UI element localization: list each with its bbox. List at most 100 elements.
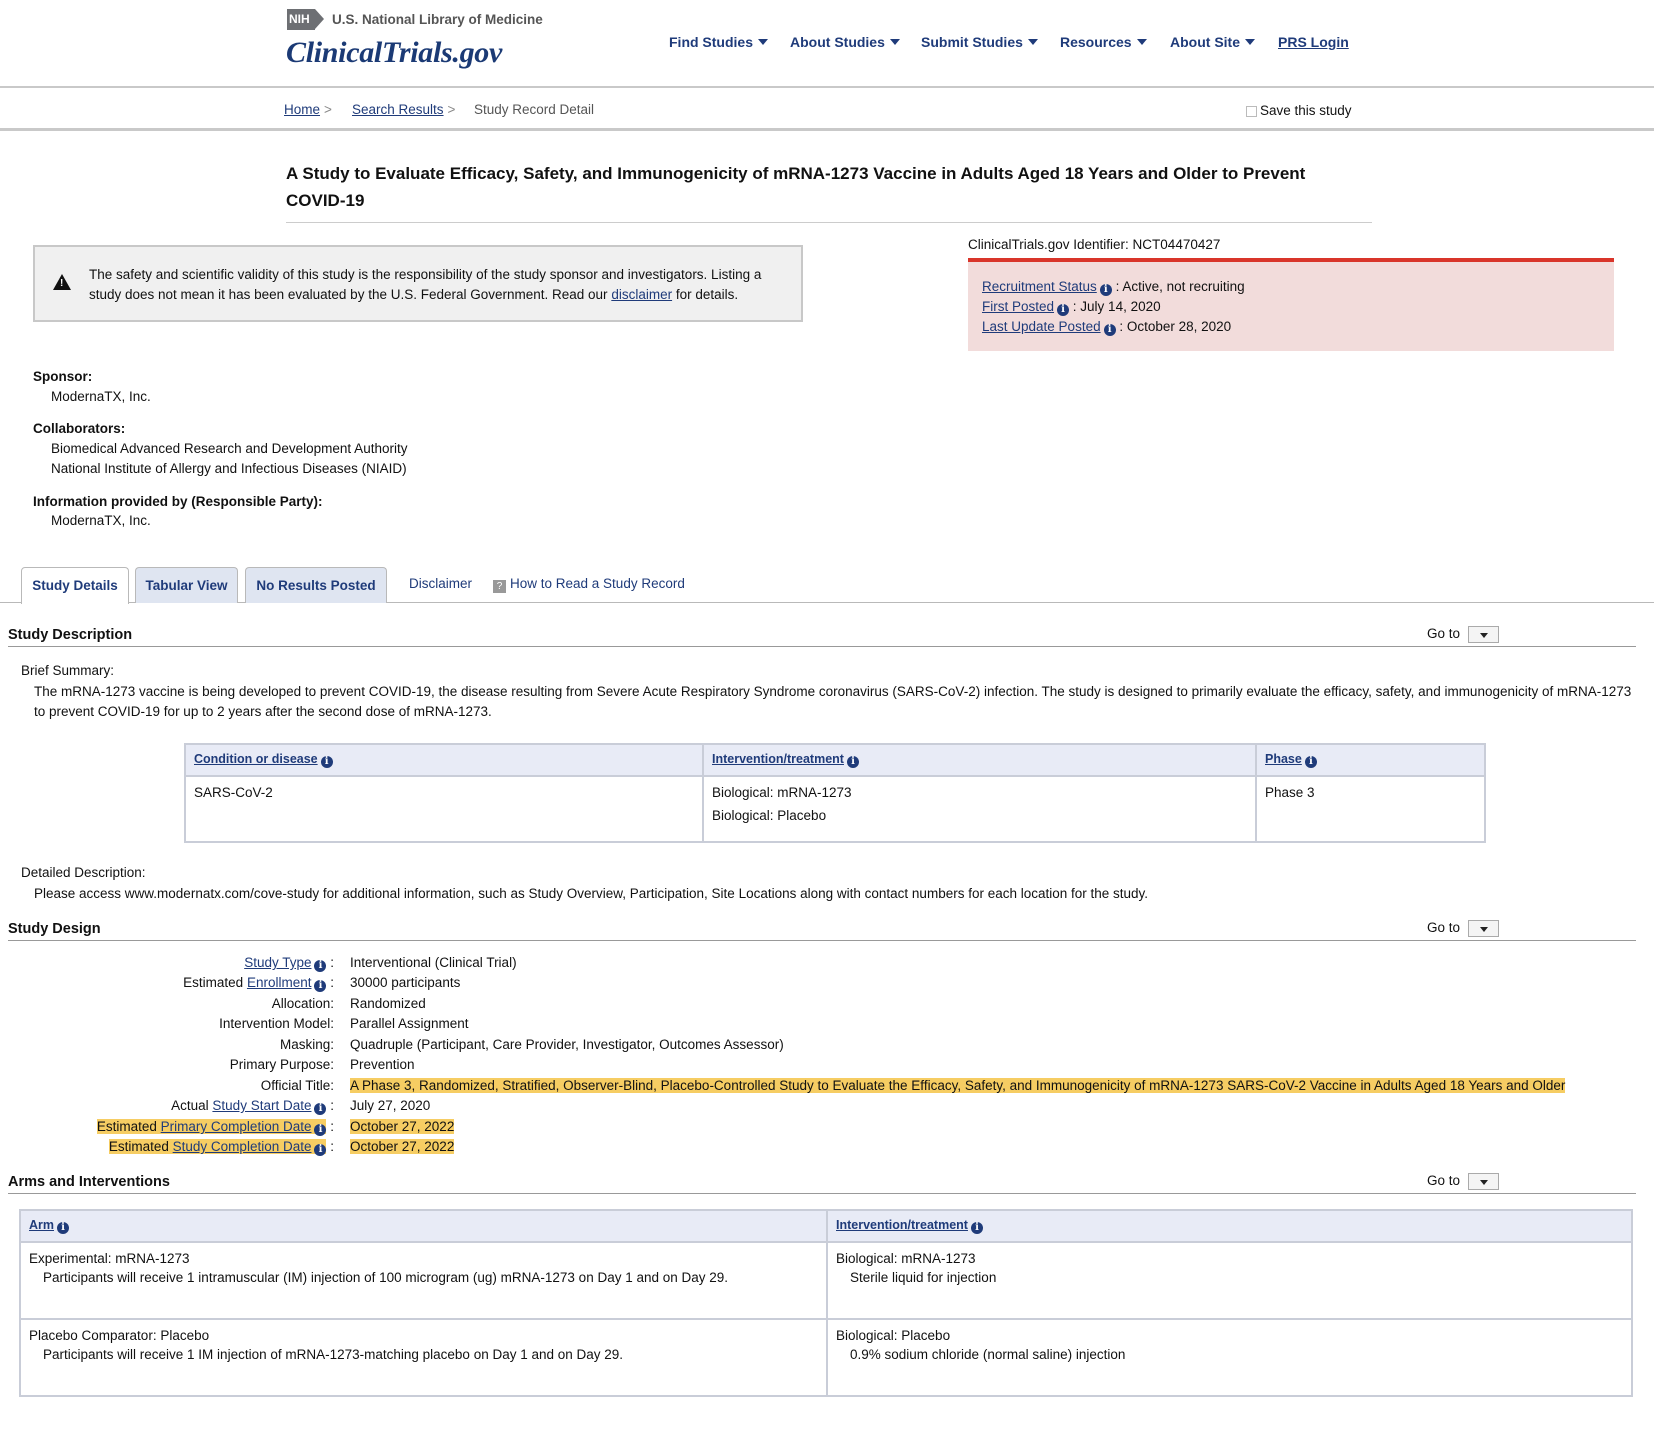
phase-cell: Phase 3 [1255,775,1486,843]
disclaimer-link[interactable]: disclaimer [611,287,672,302]
allocation-label: Allocation: [271,996,334,1011]
enrollment-value: 30000 participants [350,975,461,990]
table-row: Placebo Comparator: Placebo Participants … [19,1318,1633,1397]
goto-dropdown[interactable] [1468,626,1499,643]
info-icon[interactable]: i [970,1222,983,1234]
arm-cell: Placebo Comparator: Placebo Participants … [19,1318,828,1397]
info-icon[interactable]: i [1099,284,1112,296]
nav-about-studies[interactable]: About Studies [790,34,900,50]
phase-header-link[interactable]: Phase [1265,752,1302,766]
collaborators-label: Collaborators: [33,421,126,436]
enrollment-link[interactable]: Enrollment [247,975,312,990]
masking-value: Quadruple (Participant, Care Provider, I… [350,1037,784,1052]
arm-intervention-header-link[interactable]: Intervention/treatment [836,1218,968,1232]
nav-about-site[interactable]: About Site [1170,34,1255,50]
how-to-read-label: How to Read a Study Record [510,576,685,591]
goto-label: Go to [1427,920,1461,935]
info-icon[interactable]: i [314,960,327,972]
condition-cell: SARS-CoV-2 [184,775,704,843]
arm-name: Experimental: mRNA-1273 [29,1251,190,1266]
arm-cell: Experimental: mRNA-1273 Participants will… [19,1241,828,1320]
arm-intervention-name: Biological: mRNA-1273 [836,1251,976,1266]
section-divider [8,940,1636,941]
allocation-value: Randomized [350,996,426,1011]
purpose-label: Primary Purpose: [229,1057,334,1072]
primary-completion-link[interactable]: Primary Completion Date [161,1119,312,1134]
primary-completion-value: October 27, 2022 [350,1119,455,1134]
first-posted-value: : July 14, 2020 [1072,299,1161,314]
info-icon[interactable]: i [1057,304,1070,316]
divider [286,222,1372,223]
info-icon[interactable]: i [846,756,859,768]
tab-study-details[interactable]: Study Details [21,567,129,604]
nav-find-studies[interactable]: Find Studies [669,34,768,50]
section-divider [8,646,1636,647]
goto-dropdown[interactable] [1468,1173,1499,1190]
condition-header-link[interactable]: Condition or disease [194,752,318,766]
clinicaltrials-logo[interactable]: ClinicalTrials.gov [286,36,502,70]
info-icon[interactable]: i [314,980,327,992]
conditions-table: Condition or disease i Intervention/treat… [184,743,1486,843]
breadcrumb: Home > Search Results > Study Record Detai… [0,88,1654,131]
info-icon[interactable]: i [314,1103,327,1115]
arm-name: Placebo Comparator: Placebo [29,1328,210,1343]
info-icon[interactable]: i [314,1144,327,1156]
first-posted-link[interactable]: First Posted [982,299,1054,314]
responsible-party-value: ModernaTX, Inc. [51,513,151,528]
info-icon[interactable]: i [57,1222,70,1234]
save-study-checkbox[interactable] [1246,106,1257,117]
section-title-arms: Arms and Interventions [8,1174,170,1190]
breadcrumb-search-results[interactable]: Search Results [352,102,444,117]
nlm-link[interactable]: U.S. National Library of Medicine [332,12,543,27]
official-title-label: Official Title: [260,1078,334,1093]
nav-submit-studies[interactable]: Submit Studies [921,34,1038,50]
goto-dropdown[interactable] [1468,920,1499,937]
start-date-value: July 27, 2020 [350,1098,431,1113]
how-to-read-link[interactable]: ? How to Read a Study Record [493,576,685,593]
info-icon[interactable]: i [1304,756,1317,768]
prs-login-link[interactable]: PRS Login [1278,34,1349,50]
section-title-description: Study Description [8,627,133,643]
collaborator-item: Biomedical Advanced Research and Develop… [51,441,408,456]
chevron-right-icon: > [324,102,332,117]
study-completion-label: Estimated Study Completion Date i : [108,1139,334,1156]
tab-disclaimer[interactable]: Disclaimer [409,576,472,591]
caret-down-icon [1136,39,1147,45]
caret-down-icon [758,39,768,45]
arms-table: Arm i Intervention/treatment i Experimenta… [19,1209,1633,1397]
arm-header-link[interactable]: Arm [29,1218,54,1232]
start-date-prefix: Actual [171,1098,209,1113]
last-update-link[interactable]: Last Update Posted [982,319,1101,334]
first-posted: First Posted i : July 14, 2020 [982,299,1161,316]
study-type-link[interactable]: Study Type [244,955,311,970]
page-title: A Study to Evaluate Efficacy, Safety, an… [286,164,1306,210]
intervention-header-link[interactable]: Intervention/treatment [712,752,844,766]
caret-down-icon [889,39,900,45]
save-study-label[interactable]: Save this study [1260,103,1352,118]
intervention-item: Biological: Placebo [712,808,827,823]
sponsor-value: ModernaTX, Inc. [51,389,151,404]
tab-tabular-view[interactable]: Tabular View [135,567,238,603]
arm-intervention-cell: Biological: mRNA-1273 Sterile liquid for … [826,1241,1633,1320]
identifier: ClinicalTrials.gov Identifier: NCT044704… [968,237,1221,252]
study-completion-link[interactable]: Study Completion Date [173,1139,312,1154]
info-icon[interactable]: i [1103,324,1116,336]
info-icon[interactable]: i [320,756,333,768]
caret-down-icon [1027,39,1038,45]
nih-logo[interactable]: NIH [287,9,324,30]
arm-intervention-name: Biological: Placebo [836,1328,951,1343]
recruitment-status-value: : Active, not recruiting [1115,279,1245,294]
detailed-description-text: Please access www.modernatx.com/cove-stu… [34,886,1149,901]
info-icon[interactable]: i [314,1124,327,1136]
study-completion-value: October 27, 2022 [350,1139,455,1154]
recruitment-status-link[interactable]: Recruitment Status [982,279,1097,294]
tab-no-results[interactable]: No Results Posted [245,567,387,603]
breadcrumb-home[interactable]: Home [284,102,320,117]
goto-label: Go to [1427,626,1461,641]
nav-label: Submit Studies [921,34,1023,50]
recruitment-status: Recruitment Status i : Active, not recrui… [982,279,1245,296]
disclaimer-text: The safety and scientific validity of th… [89,265,779,305]
start-date-link[interactable]: Study Start Date [212,1098,311,1113]
nav-resources[interactable]: Resources [1060,34,1147,50]
primary-completion-label: Estimated Primary Completion Date i : [96,1119,334,1136]
